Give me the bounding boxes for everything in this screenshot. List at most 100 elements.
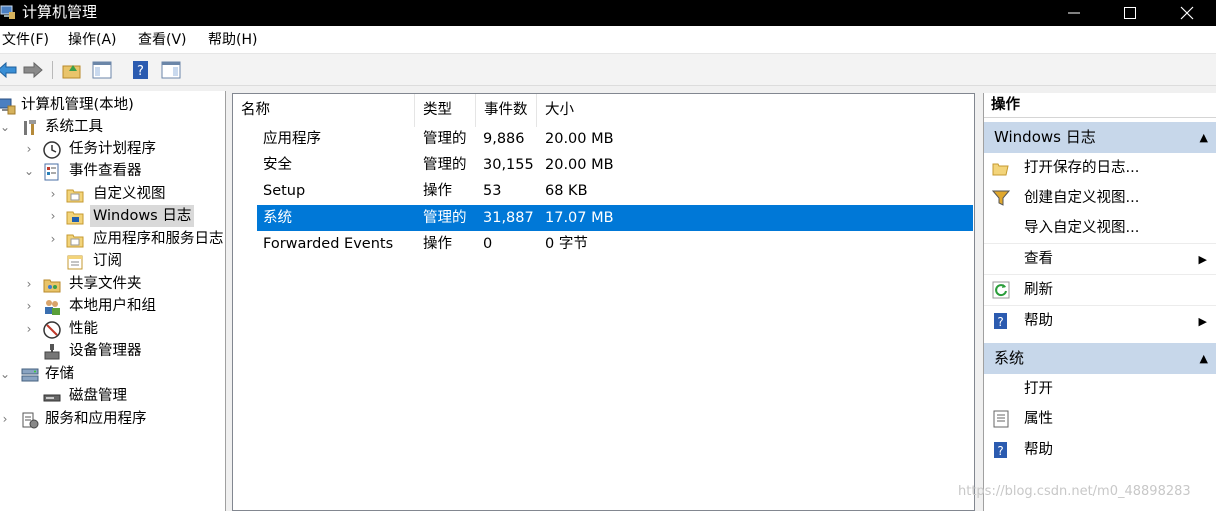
tree-item-storage[interactable]: ⌄ 存储	[0, 363, 225, 385]
collapse-icon[interactable]: ▲	[1200, 122, 1208, 153]
action-help-system[interactable]: ? 帮助	[984, 435, 1216, 466]
section-header-system[interactable]: 系统 ▲	[984, 343, 1216, 374]
tree-item-app-service-logs[interactable]: › 应用程序和服务日志	[0, 228, 225, 250]
column-header-size[interactable]: 大小	[537, 94, 974, 127]
tree-item-task-scheduler[interactable]: › 任务计划程序	[0, 138, 225, 160]
help-icon: ?	[994, 313, 1007, 329]
tree-label: 本地用户和组	[69, 298, 156, 314]
tree-item-performance[interactable]: › 性能	[0, 318, 225, 340]
table-row[interactable]: 应用程序 管理的 9,886 20.00 MB	[233, 126, 974, 152]
tree-item-windows-logs[interactable]: › Windows 日志	[0, 205, 225, 227]
action-label: 打开保存的日志...	[1024, 160, 1140, 176]
refresh-icon	[992, 281, 1010, 299]
chevron-down-icon[interactable]: ⌄	[0, 116, 11, 138]
show-action-pane-button[interactable]	[160, 59, 182, 81]
menu-file[interactable]: 文件(F)	[2, 31, 49, 49]
services-icon	[22, 412, 39, 429]
tree-item-event-viewer[interactable]: ⌄ 事件查看器	[0, 160, 225, 182]
chevron-right-icon[interactable]: ›	[23, 295, 35, 317]
up-folder-button[interactable]	[61, 59, 83, 81]
menu-action[interactable]: 操作(A)	[68, 31, 117, 49]
cell-count: 30,155	[483, 157, 534, 173]
toolbar: ?	[0, 54, 1216, 86]
computer-management-icon	[0, 98, 16, 115]
action-view[interactable]: 查看 ▶	[984, 244, 1216, 275]
minimize-button[interactable]	[1045, 0, 1103, 26]
section-header-windows-logs[interactable]: Windows 日志 ▲	[984, 122, 1216, 153]
table-row-selected[interactable]: 系统 管理的 31,887 17.07 MB	[257, 205, 973, 231]
tree-item-custom-views[interactable]: › 自定义视图	[0, 183, 225, 205]
maximize-icon	[1124, 7, 1136, 19]
log-list: 名称 类型 事件数 大小 应用程序 管理的 9,886 20.00 MB 安全 …	[232, 93, 975, 511]
tree-item-computer-management[interactable]: 计算机管理(本地)	[0, 94, 225, 116]
cell-name: Setup	[263, 183, 306, 199]
chevron-right-icon[interactable]: ›	[23, 273, 35, 295]
open-log-icon	[992, 163, 1009, 176]
chevron-right-icon[interactable]: ›	[47, 183, 59, 205]
cell-count: 9,886	[483, 131, 525, 147]
column-header-name[interactable]: 名称	[233, 94, 415, 127]
chevron-right-icon[interactable]: ›	[0, 408, 11, 430]
menu-view[interactable]: 查看(V)	[138, 31, 187, 49]
tree-item-subscriptions[interactable]: 订阅	[0, 250, 225, 272]
column-header-type[interactable]: 类型	[415, 94, 476, 127]
action-refresh[interactable]: 刷新	[984, 275, 1216, 306]
users-icon	[45, 300, 60, 315]
show-hide-console-tree-button[interactable]	[91, 59, 113, 81]
chevron-right-icon[interactable]: ›	[23, 138, 35, 160]
help-icon: ?	[133, 61, 148, 79]
window-title: 计算机管理	[22, 3, 98, 21]
disk-icon	[43, 394, 61, 402]
table-row[interactable]: Setup 操作 53 68 KB	[233, 178, 974, 204]
section-header-label: Windows 日志	[994, 128, 1096, 146]
chevron-down-icon[interactable]: ⌄	[23, 160, 35, 182]
tree-label: 应用程序和服务日志	[93, 231, 224, 247]
menu-help[interactable]: 帮助(H)	[208, 31, 257, 49]
action-help[interactable]: ? 帮助 ▶	[984, 306, 1216, 337]
folder-icon	[66, 189, 84, 203]
column-header-count[interactable]: 事件数	[476, 94, 537, 127]
computer-management-icon	[0, 5, 15, 19]
cell-name: Forwarded Events	[263, 236, 394, 252]
tree-label: 性能	[69, 321, 98, 337]
collapse-icon[interactable]: ▲	[1200, 343, 1208, 374]
help-button[interactable]: ?	[130, 59, 152, 81]
action-import-custom-view[interactable]: 导入自定义视图...	[984, 213, 1216, 244]
action-label: 帮助	[1024, 442, 1053, 458]
filter-icon	[992, 190, 1010, 206]
back-button[interactable]	[0, 59, 18, 81]
tree-item-services-applications[interactable]: › 服务和应用程序	[0, 408, 225, 430]
tree-item-shared-folders[interactable]: › 共享文件夹	[0, 273, 225, 295]
action-open-saved-log[interactable]: 打开保存的日志...	[984, 153, 1216, 184]
chevron-right-icon[interactable]: ›	[47, 228, 59, 250]
tree-label: 磁盘管理	[69, 388, 127, 404]
maximize-button[interactable]	[1101, 0, 1159, 26]
tree-item-system-tools[interactable]: ⌄ 系统工具	[0, 116, 225, 138]
cell-type: 操作	[423, 183, 452, 199]
action-create-custom-view[interactable]: 创建自定义视图...	[984, 183, 1216, 214]
forward-button[interactable]	[22, 59, 44, 81]
close-button[interactable]	[1158, 0, 1216, 26]
action-label: 创建自定义视图...	[1024, 190, 1140, 206]
list-header: 名称 类型 事件数 大小	[233, 94, 974, 127]
back-icon	[0, 61, 17, 79]
cell-name: 应用程序	[263, 131, 321, 147]
cell-name: 安全	[263, 157, 292, 173]
tree-item-device-manager[interactable]: 设备管理器	[0, 340, 225, 362]
action-open[interactable]: 打开	[984, 374, 1216, 405]
svg-text:?: ?	[997, 315, 1003, 329]
table-row[interactable]: 安全 管理的 30,155 20.00 MB	[233, 152, 974, 178]
tree-item-local-users-groups[interactable]: › 本地用户和组	[0, 295, 225, 317]
tree-label: 存储	[45, 366, 74, 382]
chevron-down-icon[interactable]: ⌄	[0, 363, 11, 385]
table-row[interactable]: Forwarded Events 操作 0 0 字节	[233, 231, 974, 257]
svg-text:?: ?	[997, 444, 1003, 458]
chevron-right-icon[interactable]: ›	[23, 318, 35, 340]
tree-item-disk-management[interactable]: 磁盘管理	[0, 385, 225, 407]
chevron-right-icon[interactable]: ›	[47, 205, 59, 227]
watermark: https://blog.csdn.net/m0_48898283	[958, 484, 1191, 499]
device-manager-icon	[44, 344, 60, 360]
system-tools-icon	[24, 120, 36, 135]
action-properties[interactable]: 属性	[984, 404, 1216, 435]
menu-bar: 文件(F) 操作(A) 查看(V) 帮助(H)	[0, 26, 1216, 54]
